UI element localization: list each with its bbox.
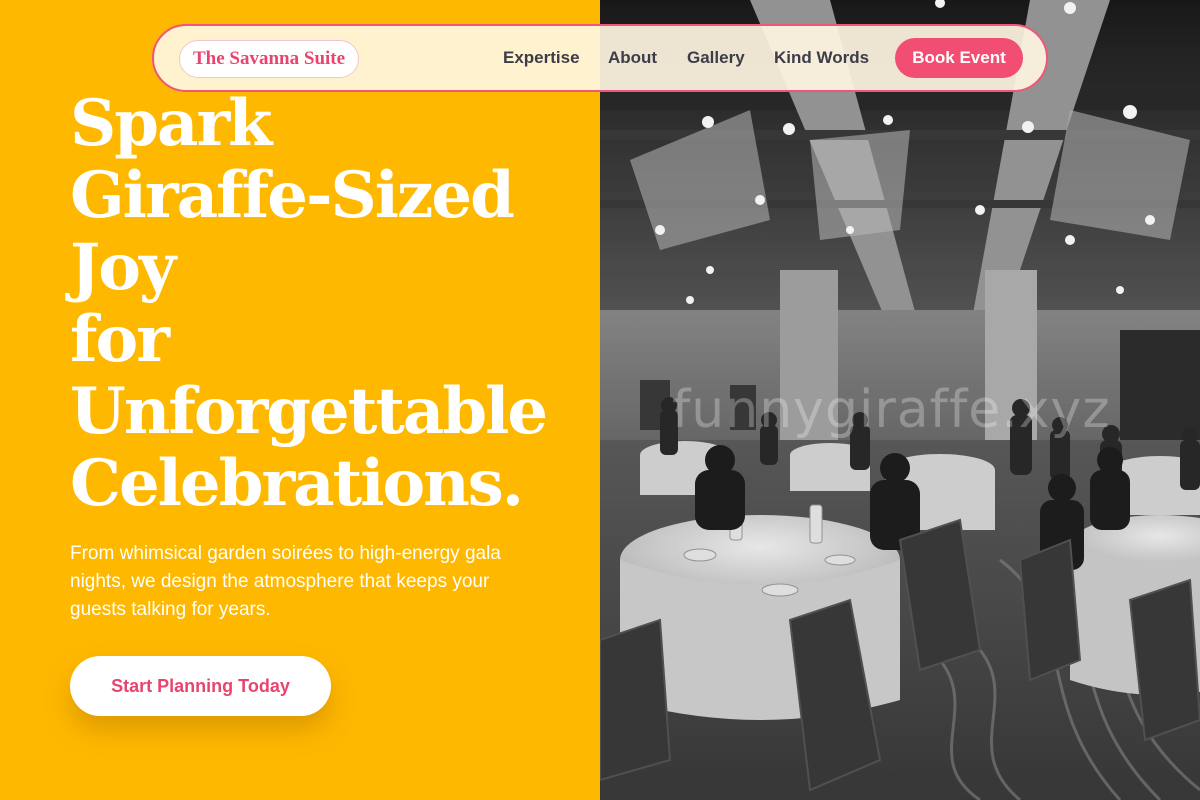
nav-link-kind-words[interactable]: Kind Words xyxy=(774,48,869,68)
nav-link-about[interactable]: About xyxy=(608,48,657,68)
nav-link-expertise[interactable]: Expertise xyxy=(503,48,580,68)
hero-left-panel: Spark Giraffe-Sized Joy for Unforgettabl… xyxy=(0,0,600,800)
banquet-hall-photo xyxy=(600,0,1200,800)
book-event-button[interactable]: Book Event xyxy=(895,38,1023,78)
hero-title-line: Spark xyxy=(70,86,273,161)
brand-logo[interactable]: The Savanna Suite xyxy=(179,40,360,78)
hero-title-line: Giraffe-Sized xyxy=(70,158,515,233)
nav-link-gallery[interactable]: Gallery xyxy=(687,48,745,68)
hero-title: Spark Giraffe-Sized Joy for Unforgettabl… xyxy=(70,88,590,520)
top-navbar: The Savanna Suite Expertise About Galler… xyxy=(152,24,1048,92)
start-planning-button[interactable]: Start Planning Today xyxy=(70,656,331,716)
hero-title-line: Unforgettable xyxy=(70,374,548,449)
hero-title-line: Joy xyxy=(70,230,176,305)
banquet-hall-illustration xyxy=(600,0,1200,800)
hero-subtitle: From whimsical garden soirées to high-en… xyxy=(70,543,501,620)
hero-title-line: Celebrations. xyxy=(70,446,524,521)
hero-title-line: for xyxy=(70,302,170,377)
